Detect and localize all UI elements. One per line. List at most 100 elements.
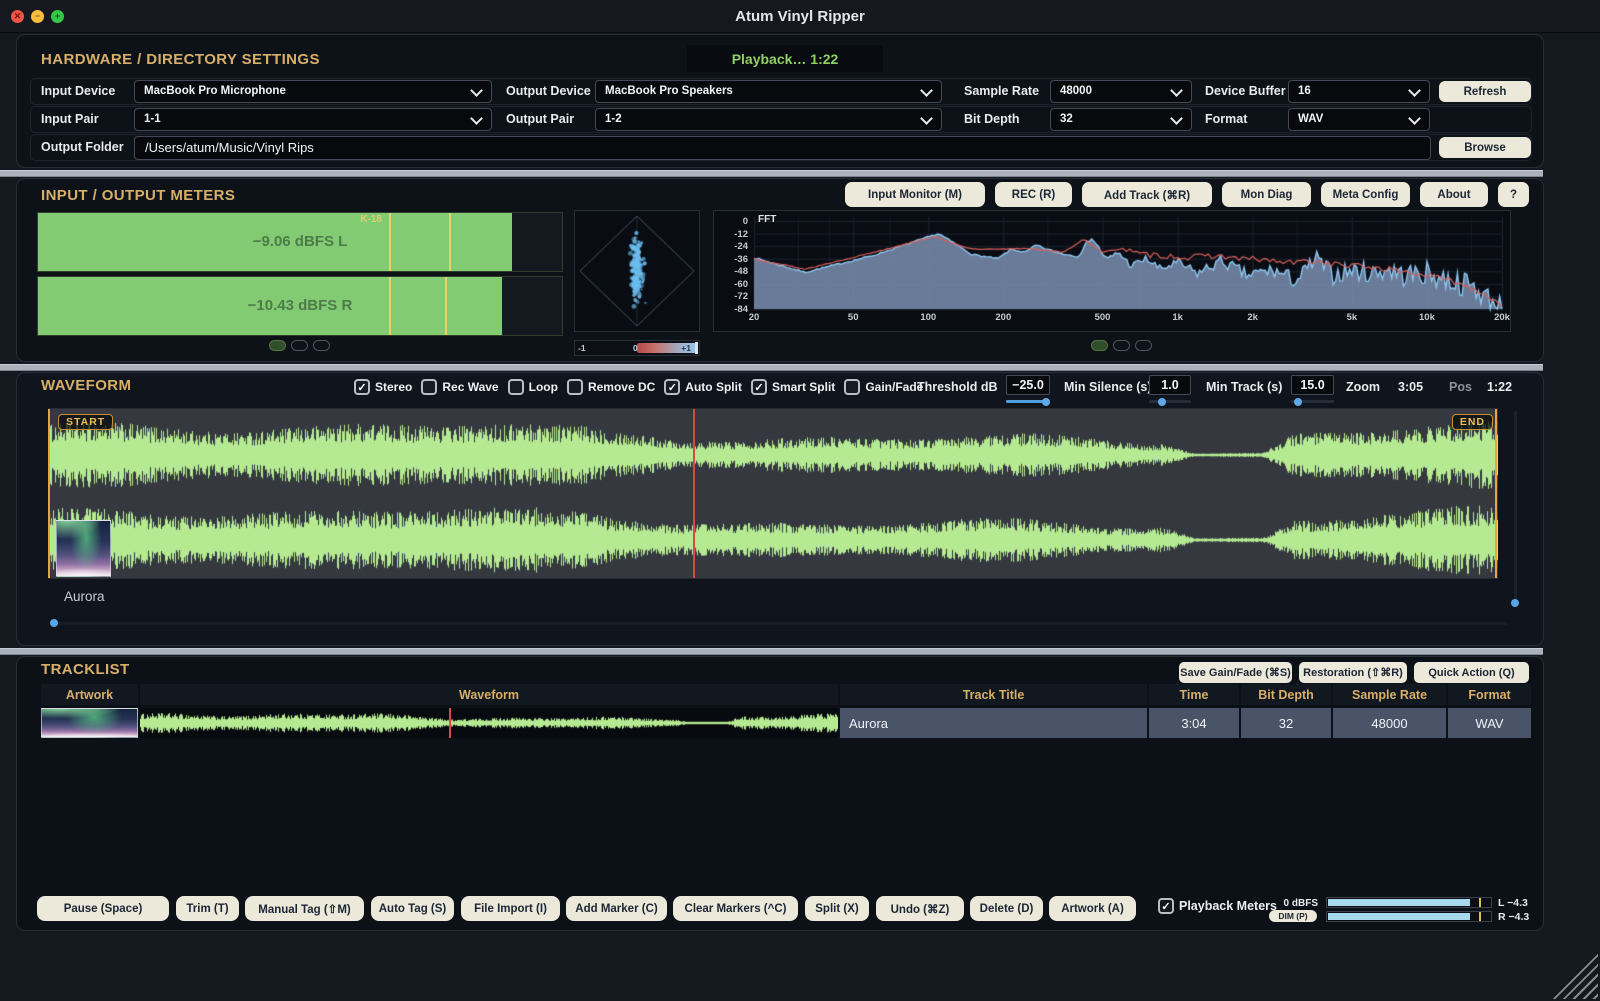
splitter-handle[interactable] [0, 170, 1543, 177]
vertical-scroll-handle[interactable] [1511, 599, 1519, 607]
delete-button[interactable]: Delete (D) [970, 896, 1043, 921]
checkbox-label: Smart Split [772, 380, 835, 394]
undo-button[interactable]: Undo (⌘Z) [876, 896, 964, 921]
splitter-handle[interactable] [0, 364, 1543, 371]
output-device-select[interactable]: MacBook Pro Speakers [595, 80, 942, 103]
input-device-value: MacBook Pro Microphone [144, 85, 286, 97]
browse-button[interactable]: Browse [1439, 137, 1531, 158]
fft-y-tick: -84 [720, 304, 748, 315]
format-select[interactable]: WAV [1288, 108, 1430, 131]
sample-rate-select[interactable]: 48000 [1050, 80, 1192, 103]
horizontal-scroll-handle[interactable] [50, 619, 58, 627]
waveform-canvas[interactable] [48, 409, 1498, 580]
checkbox-gain-fade[interactable]: ✓Gain/Fade [844, 379, 923, 395]
min-track-slider[interactable] [1291, 400, 1334, 403]
zoom-label: Zoom [1346, 380, 1380, 394]
checkbox-label: Loop [529, 380, 558, 394]
fft-y-tick: 0 [720, 216, 748, 227]
quick-action-button[interactable]: Quick Action (Q) [1414, 662, 1529, 683]
pause-button[interactable]: Pause (Space) [37, 896, 169, 921]
column-header-track-title: Track Title [840, 684, 1147, 705]
fft-x-tick: 20k [1494, 312, 1510, 323]
add-track-button[interactable]: Add Track (⌘R) [1082, 182, 1212, 207]
split-button[interactable]: Split (X) [805, 896, 869, 921]
horizontal-scroll-track[interactable] [50, 622, 1507, 625]
checkbox-remove-dc[interactable]: ✓Remove DC [567, 379, 655, 395]
device-buffer-label: Device Buffer [1205, 84, 1286, 98]
mon-diag-button[interactable]: Mon Diag [1222, 182, 1311, 207]
indicator-pill-active[interactable] [269, 340, 286, 351]
refresh-button[interactable]: Refresh [1439, 81, 1531, 102]
table-row[interactable]: Aurora 3:04 32 48000 WAV [41, 708, 1531, 738]
device-buffer-select[interactable]: 16 [1288, 80, 1430, 103]
vertical-scroll-track[interactable] [1514, 411, 1517, 603]
output-folder-input[interactable]: /Users/atum/Music/Vinyl Rips [134, 136, 1431, 160]
dim-button[interactable]: DIM (P) [1269, 910, 1317, 922]
bit-depth-value: 32 [1060, 113, 1073, 125]
checkbox-box: ✓ [664, 379, 680, 395]
indicator-pill[interactable] [291, 340, 308, 351]
threshold-slider[interactable] [1006, 400, 1050, 403]
tracklist-header: Artwork Waveform Track Title Time Bit De… [41, 684, 1531, 705]
help-button[interactable]: ? [1498, 182, 1529, 207]
row-track-title[interactable]: Aurora [840, 708, 1147, 738]
indicator-pill[interactable] [313, 340, 330, 351]
indicator-pill[interactable] [1113, 340, 1130, 351]
input-pair-select[interactable]: 1-1 [134, 108, 492, 131]
min-silence-slider[interactable] [1149, 400, 1191, 403]
window-resize-grip[interactable] [1552, 953, 1598, 999]
row-artwork-cell[interactable] [41, 708, 138, 738]
trim-button[interactable]: Trim (T) [176, 896, 239, 921]
row-waveform-cell[interactable] [140, 708, 838, 738]
save-gain-fade-button[interactable]: Save Gain/Fade (⌘S) [1179, 662, 1292, 683]
min-track-input[interactable]: 15.0 [1291, 375, 1334, 395]
device-buffer-value: 16 [1298, 85, 1311, 97]
row-bit-depth[interactable]: 32 [1241, 708, 1331, 738]
checkbox-auto-split[interactable]: ✓Auto Split [664, 379, 742, 395]
sample-rate-label: Sample Rate [964, 84, 1039, 98]
manual-tag-button[interactable]: Manual Tag (⇧M) [245, 896, 364, 921]
auto-tag-button[interactable]: Auto Tag (S) [371, 896, 454, 921]
playhead[interactable] [693, 409, 695, 578]
row-format[interactable]: WAV [1448, 708, 1531, 738]
min-silence-input[interactable]: 1.0 [1149, 375, 1191, 395]
input-monitor-button[interactable]: Input Monitor (M) [845, 182, 985, 207]
start-badge[interactable]: START [58, 414, 113, 430]
column-header-format: Format [1448, 684, 1531, 705]
meta-config-button[interactable]: Meta Config [1321, 182, 1410, 207]
splitter-handle[interactable] [0, 648, 1543, 655]
row-sample-rate[interactable]: 48000 [1333, 708, 1446, 738]
end-badge[interactable]: END [1452, 414, 1493, 430]
clear-markers-button[interactable]: Clear Markers (^C) [673, 896, 798, 921]
playback-level-right: R −4.3 [1498, 911, 1529, 923]
artwork-button[interactable]: Artwork (A) [1049, 896, 1136, 921]
input-device-select[interactable]: MacBook Pro Microphone [134, 80, 492, 103]
waveform-options: ✓Stereo ✓Rec Wave ✓Loop ✓Remove DC ✓Auto… [354, 377, 923, 397]
bit-depth-select[interactable]: 32 [1050, 108, 1192, 131]
row-time[interactable]: 3:04 [1149, 708, 1239, 738]
album-artwork-thumbnail[interactable] [56, 520, 111, 577]
checkbox-rec-wave[interactable]: ✓Rec Wave [421, 379, 498, 395]
rec-button[interactable]: REC (R) [995, 182, 1072, 207]
corr-mid-label: 0 [633, 343, 638, 353]
waveform-editor[interactable]: START END [48, 408, 1498, 579]
output-pair-select[interactable]: 1-2 [595, 108, 942, 131]
file-import-button[interactable]: File Import (I) [461, 896, 560, 921]
indicator-pill[interactable] [1135, 340, 1152, 351]
input-device-label: Input Device [41, 84, 115, 98]
checkbox-smart-split[interactable]: ✓Smart Split [751, 379, 835, 395]
restoration-button[interactable]: Restoration (⇧⌘R) [1299, 662, 1407, 683]
checkbox-stereo[interactable]: ✓Stereo [354, 379, 412, 395]
about-button[interactable]: About [1420, 182, 1488, 207]
end-marker-line[interactable] [1495, 409, 1497, 578]
transport-buttons: Input Monitor (M) REC (R) Add Track (⌘R)… [845, 182, 1529, 207]
indicator-pill-active[interactable] [1091, 340, 1108, 351]
threshold-input[interactable]: −25.0 [1006, 375, 1050, 395]
add-marker-button[interactable]: Add Marker (C) [566, 896, 667, 921]
start-marker-line[interactable] [48, 409, 50, 578]
waveform-title: WAVEFORM [41, 377, 131, 394]
checkbox-loop[interactable]: ✓Loop [508, 379, 558, 395]
checkbox-label: Stereo [375, 380, 412, 394]
goniometer-canvas [575, 211, 699, 331]
meter-mode-indicators [269, 340, 330, 351]
